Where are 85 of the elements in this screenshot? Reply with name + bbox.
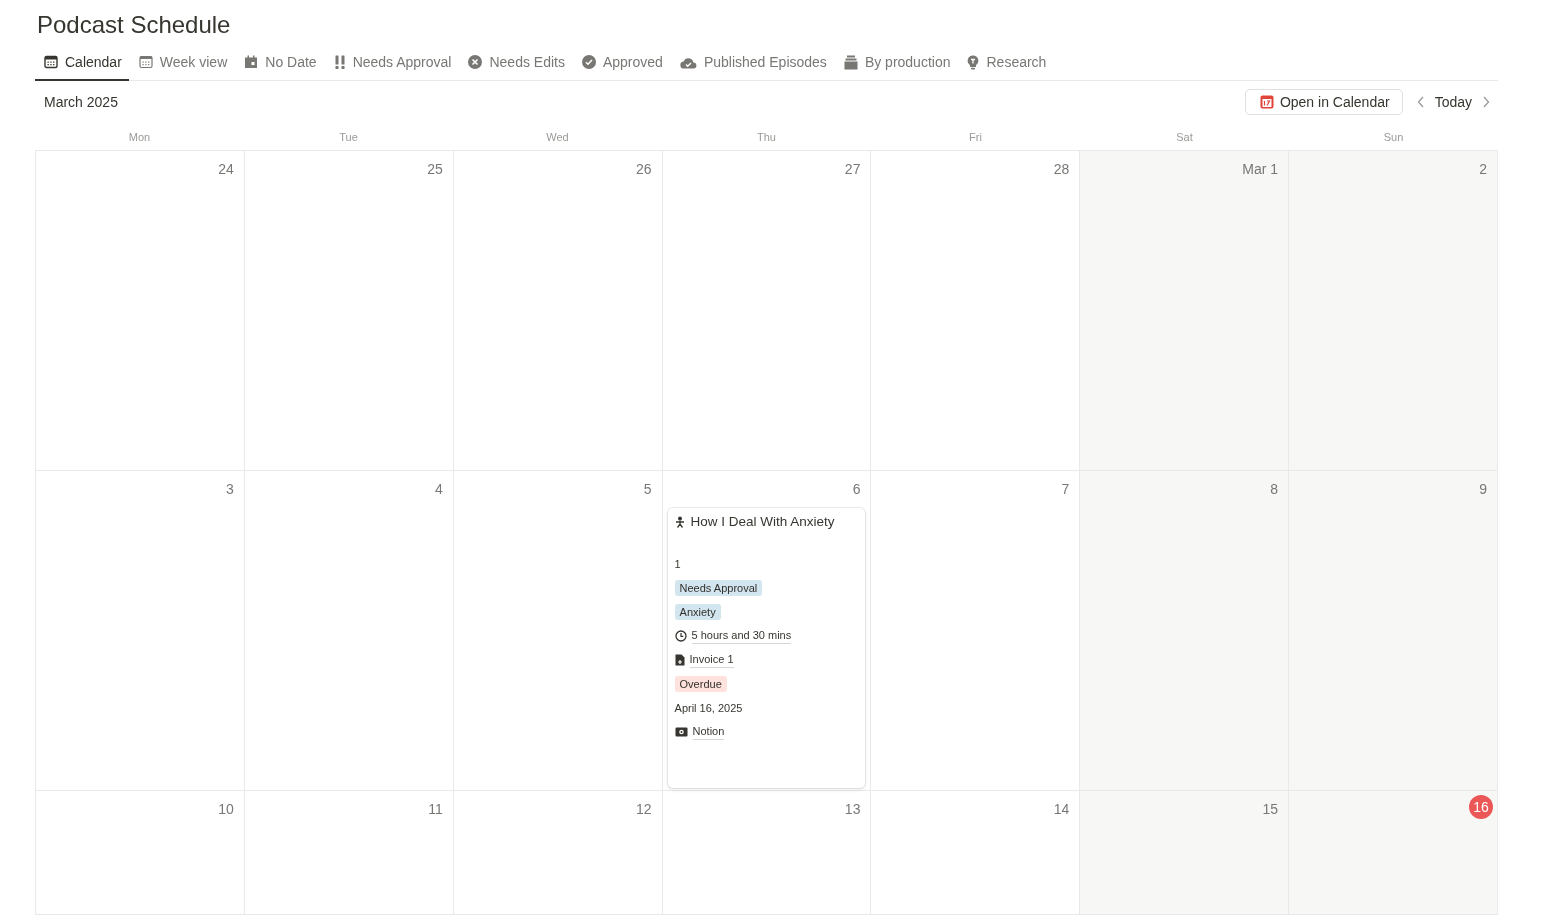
day-cell[interactable]: 25 <box>244 151 454 471</box>
day-cell[interactable]: 24 <box>36 151 245 471</box>
day-number: 2 <box>1478 160 1488 179</box>
day-number: 9 <box>1478 480 1488 499</box>
weekday-label: Sat <box>1176 130 1193 143</box>
weekday-label: Thu <box>757 130 776 143</box>
day-cell[interactable]: 2 <box>1289 151 1498 471</box>
day-number: 6 <box>851 480 862 499</box>
day-number: 12 <box>635 800 653 819</box>
day-cell[interactable]: 13 <box>662 791 872 915</box>
view-tab[interactable]: Calendar <box>35 48 129 81</box>
cloud-check-icon <box>679 55 697 69</box>
document-icon <box>674 654 685 666</box>
lightbulb-icon <box>967 54 980 70</box>
day-number: 15 <box>1261 800 1280 819</box>
screen-icon <box>674 727 688 737</box>
month-label: March 2025 <box>44 94 119 110</box>
figure-icon <box>674 515 685 528</box>
calendar-icon <box>138 55 153 69</box>
day-cell[interactable]: 9 <box>1289 471 1498 791</box>
check-circle-icon <box>581 55 596 69</box>
weekday-label: Mon <box>128 130 151 143</box>
view-tab[interactable]: Week view <box>129 48 235 81</box>
view-tab[interactable]: Needs Approval <box>324 48 459 81</box>
link[interactable]: Notion <box>692 724 725 740</box>
view-tab[interactable]: Published Episodes <box>670 48 834 81</box>
day-number: 24 <box>217 160 235 179</box>
view-tab[interactable]: Approved <box>572 48 670 81</box>
day-number: 26 <box>635 160 653 179</box>
view-tab[interactable]: Needs Edits <box>459 48 572 81</box>
weekday-label: Sun <box>1383 130 1404 143</box>
day-cell[interactable]: 5 <box>453 471 663 791</box>
day-cell[interactable]: 3 <box>36 471 245 791</box>
view-tab[interactable]: By production <box>834 48 958 81</box>
day-cell[interactable]: 10 <box>36 791 245 915</box>
weekday-label: Wed <box>546 130 569 143</box>
day-number: 27 <box>843 160 862 179</box>
day-cell[interactable]: 11 <box>244 791 454 915</box>
property-value: April 16, 2025 <box>674 702 743 714</box>
clock-icon <box>674 630 687 642</box>
property-value: 5 hours and 30 mins <box>691 628 792 644</box>
calendar-icon <box>1259 95 1274 109</box>
day-number: 11 <box>427 800 444 819</box>
day-cell[interactable]: 6 How I Deal With Anxiety 1 Needs Approval Anxiety 5 hours and 30 mins Invoice 1 Overdue April 16, 2025 Notion <box>662 471 872 791</box>
day-cell[interactable]: 4 <box>244 471 454 791</box>
day-number: Mar 1 <box>1241 160 1280 179</box>
day-cell[interactable]: Mar 1 <box>1080 151 1290 471</box>
day-number: 28 <box>1052 160 1071 179</box>
day-number: 4 <box>433 480 444 499</box>
event-card[interactable]: How I Deal With Anxiety 1 Needs Approval Anxiety 5 hours and 30 mins Invoice 1 Overdue April 16, 2025 Notion <box>667 508 866 788</box>
day-cell[interactable]: 12 <box>453 791 663 915</box>
status-tag: Anxiety <box>674 604 721 620</box>
weekday-label: Fri <box>969 130 982 143</box>
status-tag: Needs Approval <box>674 580 763 596</box>
day-number: 5 <box>642 480 653 499</box>
day-number: 8 <box>1269 480 1280 499</box>
property-value: 1 <box>674 558 681 570</box>
day-number: 3 <box>225 480 235 499</box>
today-button[interactable]: Today <box>1428 92 1478 112</box>
day-number: 13 <box>843 800 862 819</box>
view-tab[interactable]: No Date <box>235 48 324 81</box>
day-cell[interactable]: 26 <box>453 151 663 471</box>
open-in-calendar-button[interactable]: Open in Calendar <box>1244 89 1403 115</box>
day-number: 25 <box>426 160 444 179</box>
property-value[interactable]: Invoice 1 <box>689 652 734 668</box>
chevron-left-icon <box>1416 96 1425 108</box>
calendar-icon <box>44 55 58 69</box>
day-number: 14 <box>1052 800 1071 819</box>
chevron-right-icon <box>1482 96 1490 108</box>
view-tab[interactable]: Research <box>958 48 1054 81</box>
status-tag: Overdue <box>674 676 727 692</box>
day-number: 10 <box>217 800 235 819</box>
page-title: Podcast Schedule <box>37 10 232 40</box>
event-title: How I Deal With Anxiety <box>690 514 835 529</box>
today-date-badge: 16 <box>1469 795 1493 819</box>
day-cell[interactable]: 16 <box>1289 791 1498 915</box>
day-cell[interactable]: 15 <box>1080 791 1290 915</box>
exclamation-icon <box>333 55 346 69</box>
weekday-label: Tue <box>339 130 358 143</box>
x-circle-icon <box>468 55 483 69</box>
stack-icon <box>843 54 858 70</box>
day-number: 7 <box>1060 480 1071 499</box>
calendar-icon <box>244 55 259 69</box>
day-cell[interactable]: 27 <box>662 151 872 471</box>
day-cell[interactable]: 8 <box>1080 471 1290 791</box>
